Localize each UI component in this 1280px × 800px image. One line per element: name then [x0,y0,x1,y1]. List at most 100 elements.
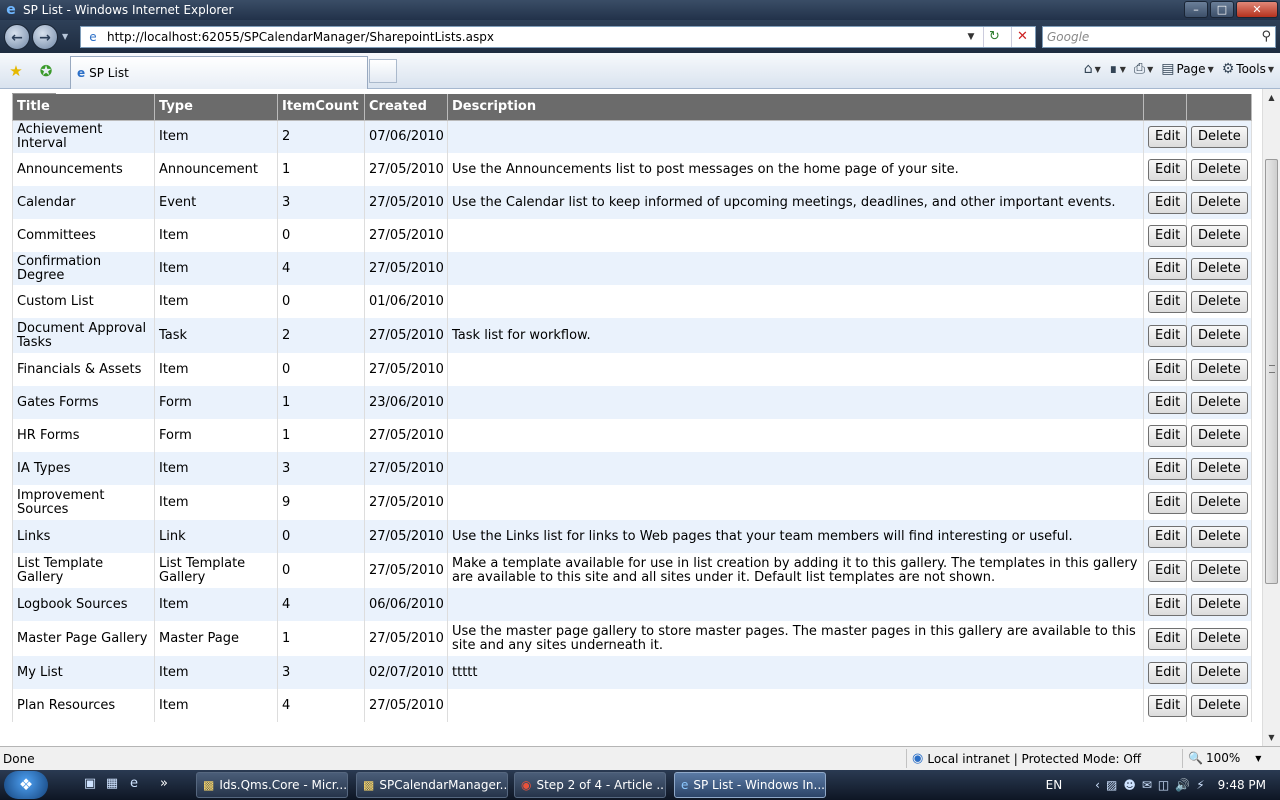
page-menu[interactable]: ▤ Page ▼ [1161,61,1213,77]
tools-menu[interactable]: ⚙ Tools ▼ [1222,61,1274,77]
cell-delete: Delete [1186,553,1252,588]
cell-itemcount: 0 [277,285,365,318]
task-sp-list[interactable]: e SP List - Windows In... [674,772,826,798]
zoom-dropdown-icon[interactable]: ▼ [1255,754,1261,763]
start-button[interactable]: ❖ [4,771,48,799]
vertical-scrollbar[interactable]: ▲ ▼ [1262,89,1280,746]
delete-button[interactable]: Delete [1191,224,1248,247]
forward-button[interactable]: → [32,24,58,50]
back-button[interactable]: ← [4,24,30,50]
edit-button[interactable]: Edit [1148,525,1188,548]
delete-button[interactable]: Delete [1191,491,1248,514]
edit-button[interactable]: Edit [1148,593,1188,616]
address-url[interactable]: http://localhost:62055/SPCalendarManager… [107,30,494,44]
tab-sp-list[interactable]: e SP List [70,56,368,89]
switch-windows-icon[interactable]: ▦ [104,776,120,792]
stop-icon[interactable]: ✕ [1011,27,1033,47]
edit-button[interactable]: Edit [1148,424,1188,447]
edit-button[interactable]: Edit [1148,125,1188,148]
address-dropdown-icon[interactable]: ▼ [963,27,979,47]
tray-network-icon[interactable]: ▨ [1106,778,1117,792]
new-tab-button[interactable] [369,59,397,83]
cell-edit: Edit [1143,252,1188,285]
edit-button[interactable]: Edit [1148,457,1188,480]
address-bar[interactable]: e http://localhost:62055/SPCalendarManag… [80,26,1036,48]
cell-description [447,252,1144,285]
favorites-star-icon[interactable]: ★ [7,62,25,80]
tray-volume-icon[interactable]: 🔊 [1175,778,1190,792]
minimize-button[interactable]: – [1184,1,1208,18]
search-icon[interactable]: ⚲ [1261,29,1271,44]
security-zone[interactable]: ◉ Local intranet | Protected Mode: Off [912,751,1141,766]
recent-pages-dropdown-icon[interactable]: ▼ [62,32,68,41]
close-window-button[interactable]: ✕ [1236,1,1278,18]
table-row: HR Forms Form 1 27/05/2010 Edit Delete [12,419,1252,452]
edit-button[interactable]: Edit [1148,358,1188,381]
delete-button[interactable]: Delete [1191,424,1248,447]
delete-button[interactable]: Delete [1191,290,1248,313]
delete-button[interactable]: Delete [1191,627,1248,650]
edit-button[interactable]: Edit [1148,324,1188,347]
delete-button[interactable]: Delete [1191,324,1248,347]
delete-button[interactable]: Delete [1191,158,1248,181]
delete-button[interactable]: Delete [1191,525,1248,548]
feeds-button[interactable]: ∎ ▼ [1109,61,1126,77]
edit-button[interactable]: Edit [1148,257,1188,280]
task-ids-qms-core[interactable]: ▩ Ids.Qms.Core - Micr... [196,772,348,798]
tray-messenger-icon[interactable]: ☻ [1123,778,1136,792]
delete-button[interactable]: Delete [1191,125,1248,148]
edit-button[interactable]: Edit [1148,158,1188,181]
zoom-control[interactable]: 🔍 100% ▼ [1188,751,1261,765]
tray-display-icon[interactable]: ◫ [1158,778,1169,792]
clock[interactable]: 9:48 PM [1218,778,1266,792]
edit-button[interactable]: Edit [1148,191,1188,214]
maximize-button[interactable]: □ [1210,1,1234,18]
scroll-down-arrow-icon[interactable]: ▼ [1263,729,1280,746]
delete-button[interactable]: Delete [1191,358,1248,381]
delete-button[interactable]: Delete [1191,593,1248,616]
quicklaunch-overflow-icon[interactable]: » [156,776,172,792]
scroll-up-arrow-icon[interactable]: ▲ [1263,89,1280,106]
column-header-title: Title [12,94,155,121]
edit-button[interactable]: Edit [1148,694,1188,717]
edit-button[interactable]: Edit [1148,627,1188,650]
search-input[interactable]: Google ⚲ [1042,26,1276,48]
edit-button[interactable]: Edit [1148,224,1188,247]
delete-button[interactable]: Delete [1191,391,1248,414]
delete-button[interactable]: Delete [1191,257,1248,280]
edit-button[interactable]: Edit [1148,559,1188,582]
edit-button[interactable]: Edit [1148,661,1188,684]
tray-mail-icon[interactable]: ✉ [1142,778,1152,792]
delete-button[interactable]: Delete [1191,694,1248,717]
ie-quicklaunch-icon[interactable]: e [126,776,142,792]
tray-power-icon[interactable]: ⚡ [1196,778,1204,792]
edit-button[interactable]: Edit [1148,491,1188,514]
language-indicator[interactable]: EN [1046,778,1063,792]
delete-button[interactable]: Delete [1191,457,1248,480]
scrollbar-thumb[interactable] [1265,159,1278,584]
cell-type: Item [154,219,278,252]
task-spcalendarmanager[interactable]: ▩ SPCalendarManager... [356,772,508,798]
edit-button[interactable]: Edit [1148,290,1188,313]
cell-title: Links [12,520,155,553]
add-favorites-icon[interactable]: ✪ [37,62,55,80]
cell-description [447,120,1144,153]
table-row: Improvement Sources Item 9 27/05/2010 Edit De… [12,485,1252,520]
cell-itemcount: 0 [277,219,365,252]
task-step-2-of-4[interactable]: ◉ Step 2 of 4 - Article ... [514,772,666,798]
tray-expand-icon[interactable]: ‹ [1095,778,1100,792]
edit-button[interactable]: Edit [1148,391,1188,414]
home-button[interactable]: ⌂ ▼ [1084,61,1101,77]
delete-button[interactable]: Delete [1191,661,1248,684]
cell-created: 27/05/2010 [364,689,448,722]
delete-button[interactable]: Delete [1191,191,1248,214]
cell-edit: Edit [1143,120,1188,153]
print-button[interactable]: ⎙ ▼ [1134,61,1153,77]
cell-created: 27/05/2010 [364,452,448,485]
delete-button[interactable]: Delete [1191,559,1248,582]
show-desktop-icon[interactable]: ▣ [82,776,98,792]
cell-created: 27/05/2010 [364,219,448,252]
refresh-icon[interactable]: ↻ [983,27,1005,47]
cell-edit: Edit [1143,656,1188,689]
cell-title: Calendar [12,186,155,219]
